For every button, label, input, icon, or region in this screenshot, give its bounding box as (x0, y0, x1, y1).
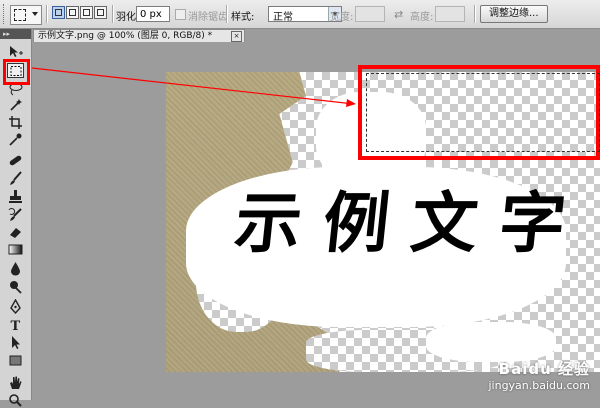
zoom-icon[interactable] (7, 393, 24, 408)
antialias-label: 消除锯齿 (188, 12, 228, 23)
style-select-value: 正常 (273, 12, 293, 23)
close-icon[interactable]: × (231, 31, 242, 42)
tools-panel-collapse[interactable]: ▸▸ (0, 29, 31, 39)
intersect-selection-icon[interactable] (94, 6, 107, 19)
clone-stamp-icon[interactable] (7, 189, 24, 204)
chevron-down-icon (32, 12, 38, 16)
document-tab[interactable]: 示例文字.png @ 100% (图层 0, RGB/8) * × (33, 29, 245, 42)
gradient-icon[interactable] (7, 242, 24, 257)
tool-preset-picker[interactable] (10, 5, 42, 25)
healing-brush-icon[interactable] (7, 153, 24, 168)
options-bar: 羽化: 消除锯齿 样式: 正常 宽度: ⇄ 高度: 调整边缘... (0, 0, 600, 29)
subtract-from-selection-icon[interactable] (80, 6, 93, 19)
height-input (435, 6, 465, 22)
watermark-url: jingyan.baidu.com (488, 379, 590, 392)
eraser-icon[interactable] (7, 225, 24, 240)
brush-icon[interactable] (7, 171, 24, 186)
crop-icon[interactable] (7, 115, 24, 130)
history-brush-icon[interactable] (7, 207, 24, 222)
watermark-brand: Baidu 经验 (498, 360, 590, 378)
width-input (355, 6, 385, 22)
divider (474, 5, 476, 23)
feather-input[interactable] (136, 6, 170, 22)
dodge-icon[interactable] (7, 279, 24, 294)
divider (46, 5, 48, 23)
antialias-checkbox[interactable] (175, 9, 186, 20)
refine-edge-button[interactable]: 调整边缘... (480, 5, 548, 23)
magic-wand-icon[interactable] (7, 97, 24, 112)
path-select-icon[interactable] (7, 335, 24, 350)
marquee-selection-highlight (358, 65, 600, 160)
new-selection-icon[interactable] (52, 6, 65, 19)
document-tab-title: 示例文字.png @ 100% (图层 0, RGB/8) * (38, 31, 213, 41)
options-bar-grip[interactable] (3, 4, 7, 24)
calligraphy-text: 示例文字 (231, 184, 592, 262)
pen-icon[interactable] (7, 299, 24, 314)
add-to-selection-icon[interactable] (66, 6, 79, 19)
marquee-tool-highlight (3, 59, 30, 85)
svg-text:T: T (11, 319, 21, 332)
watermark: Baidu 经验 jingyan.baidu.com (488, 358, 590, 392)
hand-icon[interactable] (7, 375, 24, 390)
width-label: 宽度: (330, 12, 354, 23)
shape-icon[interactable] (7, 353, 24, 368)
divider (112, 5, 114, 23)
style-label: 样式: (231, 12, 255, 23)
erased-white-area (426, 322, 556, 362)
marching-ants-selection (366, 73, 600, 152)
height-label: 高度: (410, 12, 434, 23)
blur-icon[interactable] (7, 261, 24, 276)
move-icon[interactable] (7, 44, 24, 59)
type-icon[interactable]: T (7, 317, 24, 332)
divider (226, 5, 228, 23)
rect-marquee-icon (14, 9, 26, 21)
swap-dimensions-icon: ⇄ (394, 8, 404, 21)
eyedropper-icon[interactable] (7, 132, 24, 147)
